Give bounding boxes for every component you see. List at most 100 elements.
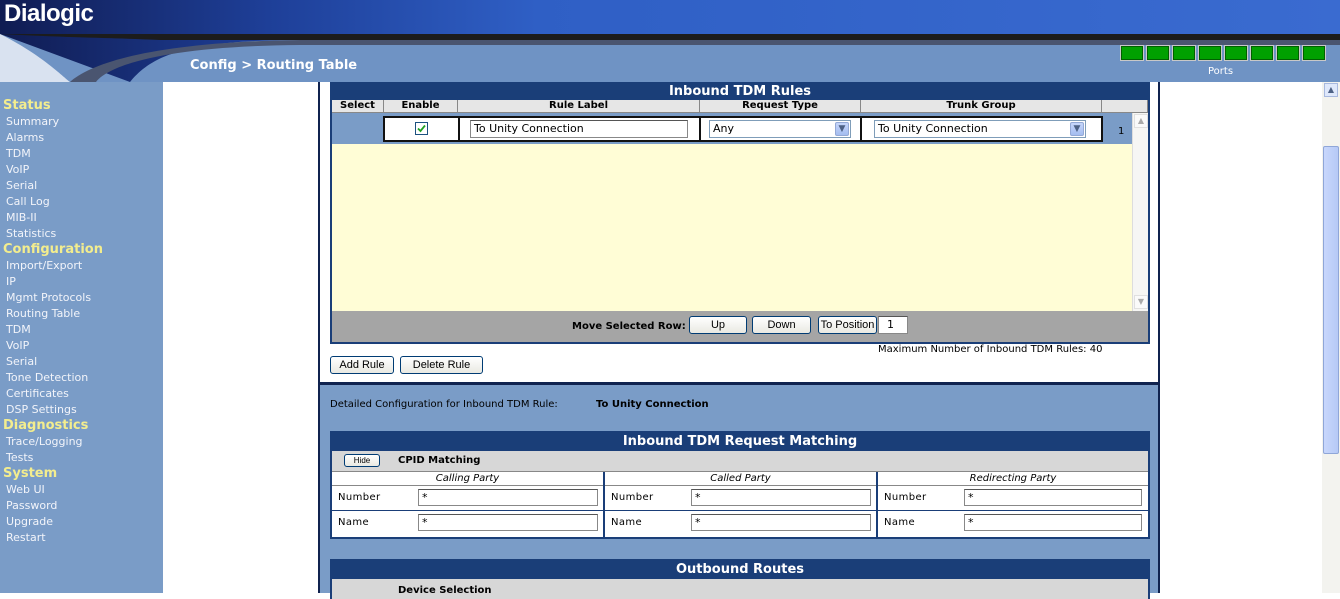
port-led-1 — [1120, 45, 1144, 61]
hide-button[interactable]: Hide — [344, 454, 380, 467]
request-type-select[interactable]: Any ▼ — [709, 120, 851, 138]
rule-label-cell: To Unity Connection — [458, 116, 701, 142]
called-number-label: Number — [611, 492, 654, 503]
nav-item-tdm-status[interactable]: TDM — [6, 147, 31, 160]
nav-item-import-export[interactable]: Import/Export — [6, 259, 82, 272]
port-led-6 — [1250, 45, 1274, 61]
nav-item-upgrade[interactable]: Upgrade — [6, 515, 53, 528]
calling-name-row: Name * — [332, 511, 603, 536]
calling-name-input[interactable]: * — [418, 514, 598, 531]
rule-row[interactable]: To Unity Connection Any ▼ To Unity Conne… — [332, 113, 1132, 144]
col-enable: Enable — [384, 100, 458, 113]
trunk-group-cell: To Unity Connection ▼ — [860, 116, 1103, 142]
col-rule-label: Rule Label — [458, 100, 700, 113]
request-type-value: Any — [713, 122, 735, 135]
trunk-group-select[interactable]: To Unity Connection ▼ — [874, 120, 1086, 138]
request-type-cell: Any ▼ — [699, 116, 862, 142]
nav-section-system: System — [3, 466, 58, 481]
nav-item-voip-status[interactable]: VoIP — [6, 163, 29, 176]
move-up-button[interactable]: Up — [689, 316, 747, 334]
routing-panel: Inbound TDM Rules Select Enable Rule Lab… — [318, 82, 1160, 599]
nav-item-routing-table[interactable]: Routing Table — [6, 307, 80, 320]
called-name-label: Name — [611, 517, 643, 528]
cpid-matching-label: CPID Matching — [398, 455, 481, 466]
port-led-5 — [1224, 45, 1248, 61]
scroll-up-arrow-icon[interactable]: ▲ — [1134, 114, 1148, 128]
position-input[interactable]: 1 — [878, 316, 908, 334]
called-name-input[interactable]: * — [691, 514, 871, 531]
nav-item-serial-status[interactable]: Serial — [6, 179, 37, 192]
called-name-row: Name * — [605, 511, 876, 536]
nav-item-serial-config[interactable]: Serial — [6, 355, 37, 368]
nav-item-restart[interactable]: Restart — [6, 531, 46, 544]
port-led-4 — [1198, 45, 1222, 61]
nav-item-mib-ii[interactable]: MIB-II — [6, 211, 37, 224]
breadcrumb: Config > Routing Table — [190, 58, 358, 73]
max-rules-text: Maximum Number of Inbound TDM Rules: 40 — [878, 344, 1103, 355]
device-selection-bar: Device Selection — [332, 579, 1148, 599]
add-rule-button[interactable]: Add Rule — [330, 356, 394, 374]
port-led-7 — [1276, 45, 1300, 61]
enable-checkbox[interactable] — [415, 122, 428, 135]
to-position-button[interactable]: To Position — [818, 316, 877, 334]
nav-item-mgmt-protocols[interactable]: Mgmt Protocols — [6, 291, 91, 304]
content-margin-left — [163, 82, 318, 593]
device-selection-label: Device Selection — [398, 585, 492, 596]
col-trunk-group: Trunk Group — [861, 100, 1102, 113]
chevron-down-icon: ▼ — [1070, 122, 1084, 136]
nav-item-tone-detection[interactable]: Tone Detection — [6, 371, 88, 384]
nav-item-dsp-settings[interactable]: DSP Settings — [6, 403, 77, 416]
detail-config-label: Detailed Configuration for Inbound TDM R… — [330, 399, 558, 410]
inbound-rules-table: Inbound TDM Rules Select Enable Rule Lab… — [330, 82, 1150, 344]
calling-party-column: Calling Party Number * Name * — [332, 472, 605, 537]
nav-item-certificates[interactable]: Certificates — [6, 387, 69, 400]
col-spacer — [1102, 100, 1148, 113]
redirecting-number-label: Number — [884, 492, 927, 503]
port-led-3 — [1172, 45, 1196, 61]
rules-scrollbar[interactable]: ▲ ▼ — [1132, 113, 1148, 311]
request-matching-table: Inbound TDM Request Matching Hide CPID M… — [330, 431, 1150, 539]
page-scroll-thumb[interactable] — [1323, 146, 1339, 454]
redirecting-name-row: Name * — [878, 511, 1148, 536]
nav-item-alarms[interactable]: Alarms — [6, 131, 44, 144]
nav-item-voip-config[interactable]: VoIP — [6, 339, 29, 352]
calling-name-label: Name — [338, 517, 370, 528]
redirecting-party-column: Redirecting Party Number * Name * — [878, 472, 1148, 537]
page-scroll-up-icon[interactable]: ▲ — [1324, 83, 1338, 97]
rules-table-title: Inbound TDM Rules — [332, 84, 1148, 100]
called-number-input[interactable]: * — [691, 489, 871, 506]
nav-item-tdm-config[interactable]: TDM — [6, 323, 31, 336]
outbound-routes-table: Outbound Routes Device Selection — [330, 559, 1150, 599]
ports-status: Ports — [1120, 45, 1330, 79]
row-number: 1 — [1118, 126, 1125, 137]
nav-item-call-log[interactable]: Call Log — [6, 195, 50, 208]
trunk-group-value: To Unity Connection — [878, 122, 988, 135]
move-selected-row-label: Move Selected Row: — [572, 321, 686, 332]
nav-item-password[interactable]: Password — [6, 499, 57, 512]
move-row-bar: Move Selected Row: Up Down To Position 1 — [332, 311, 1148, 342]
page-scrollbar[interactable]: ▲ — [1322, 82, 1340, 593]
nav-item-ip[interactable]: IP — [6, 275, 16, 288]
calling-number-label: Number — [338, 492, 381, 503]
delete-rule-button[interactable]: Delete Rule — [400, 356, 483, 374]
calling-party-head: Calling Party — [332, 472, 603, 486]
nav-item-tests[interactable]: Tests — [6, 451, 33, 464]
called-party-column: Called Party Number * Name * — [605, 472, 878, 537]
rule-label-input[interactable]: To Unity Connection — [470, 120, 688, 138]
nav-item-summary[interactable]: Summary — [6, 115, 59, 128]
content-margin-right — [1160, 82, 1322, 593]
redirecting-number-row: Number * — [878, 486, 1148, 511]
redirecting-name-input[interactable]: * — [964, 514, 1142, 531]
header-banner: Dialogic Config > Routing Table Ports — [0, 0, 1340, 82]
redirecting-number-input[interactable]: * — [964, 489, 1142, 506]
redirecting-party-head: Redirecting Party — [878, 472, 1148, 486]
move-down-button[interactable]: Down — [752, 316, 811, 334]
scroll-down-arrow-icon[interactable]: ▼ — [1134, 295, 1148, 309]
dialogic-logo: Dialogic — [4, 0, 94, 27]
nav-item-trace-logging[interactable]: Trace/Logging — [6, 435, 83, 448]
detail-rule-name: To Unity Connection — [596, 399, 709, 410]
nav-item-statistics[interactable]: Statistics — [6, 227, 56, 240]
nav-item-web-ui[interactable]: Web UI — [6, 483, 45, 496]
calling-number-input[interactable]: * — [418, 489, 598, 506]
rules-section: Inbound TDM Rules Select Enable Rule Lab… — [320, 82, 1158, 385]
